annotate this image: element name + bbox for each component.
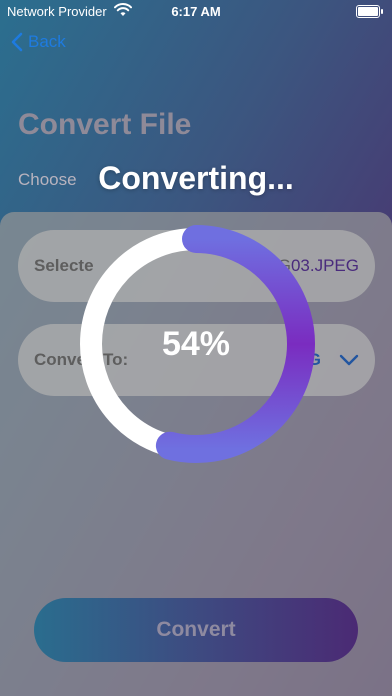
converting-title: Converting...	[98, 160, 294, 196]
progress-overlay: Converting... 54%	[0, 0, 392, 696]
progress-percent: 54%	[161, 324, 231, 363]
